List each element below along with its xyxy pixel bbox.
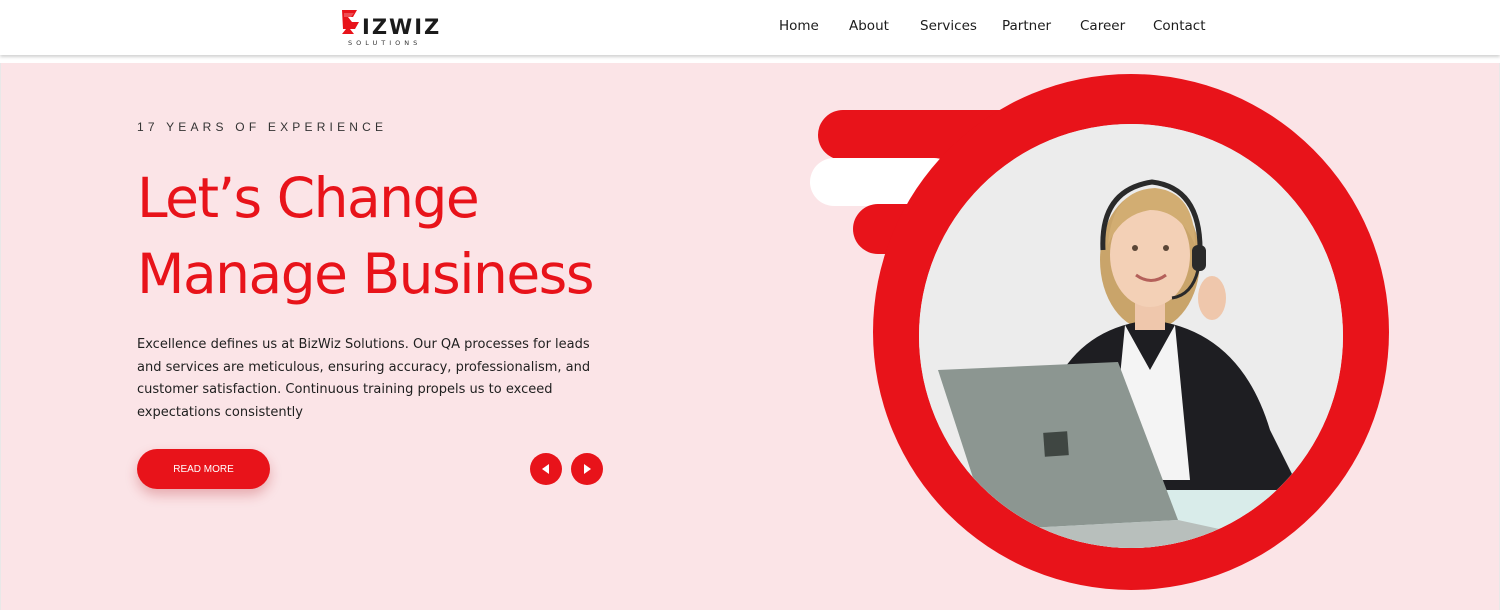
site-header: IZWIZ SOLUTIONS Home About Services Part… xyxy=(0,0,1500,55)
triangle-left-icon xyxy=(542,464,549,474)
read-more-button[interactable]: READ MORE xyxy=(137,449,270,489)
headline-line-2: Manage Business xyxy=(137,242,594,306)
triangle-right-icon xyxy=(584,464,591,474)
hero-description: Excellence defines us at BizWiz Solution… xyxy=(137,337,591,420)
brand-tagline: SOLUTIONS xyxy=(348,39,422,47)
nav-partner[interactable]: Partner xyxy=(1002,18,1051,34)
main-nav: Home About Services Partner Career Conta… xyxy=(0,18,1500,36)
nav-services[interactable]: Services xyxy=(920,18,977,34)
headline-line-1: Let’s Change xyxy=(137,166,480,230)
hero-graphic xyxy=(810,74,1389,590)
hero-headline: Let’s Change Manage Business xyxy=(137,160,697,312)
nav-contact[interactable]: Contact xyxy=(1153,18,1206,34)
nav-about[interactable]: About xyxy=(849,18,889,34)
hero-kicker: 17 YEARS OF EXPERIENCE xyxy=(137,120,388,134)
slider-next-button[interactable] xyxy=(571,453,603,485)
slider-prev-button[interactable] xyxy=(530,453,562,485)
nav-career[interactable]: Career xyxy=(1080,18,1125,34)
nav-home[interactable]: Home xyxy=(779,18,819,34)
